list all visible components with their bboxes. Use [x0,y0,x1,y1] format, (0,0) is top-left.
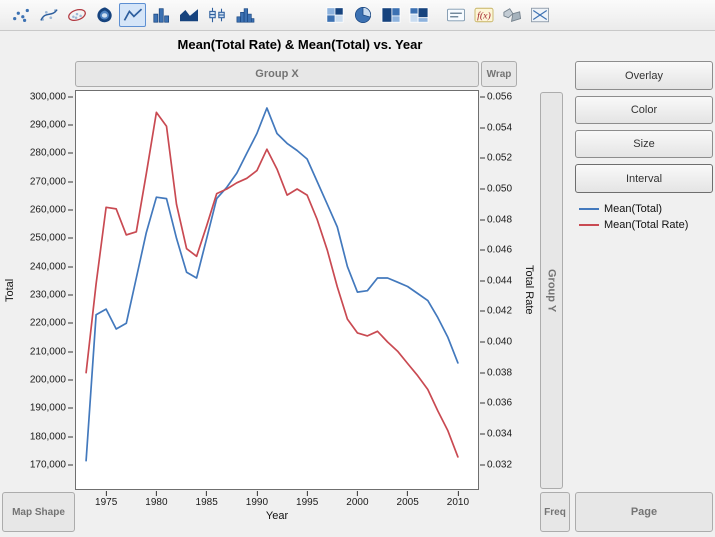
smoother-icon[interactable] [35,3,62,27]
chart-title: Mean(Total Rate) & Mean(Total) vs. Year [40,37,560,52]
overlay-button[interactable]: Overlay [575,61,713,90]
y-axis-right-tick: 0.054 [480,122,512,133]
y-axis-left-tick: 270,000 [30,176,73,187]
drop-zone-group-x-label: Group X [255,68,298,80]
interval-button[interactable]: Interval [575,164,713,193]
heatmap-icon[interactable] [321,3,348,27]
legend-line-swatch [578,204,600,214]
map-shapes-icon[interactable] [498,3,525,27]
legend-line-swatch [578,220,600,230]
y-axis-left-tick: 220,000 [30,318,73,329]
ellipse-icon[interactable] [63,3,90,27]
size-button-label: Size [633,138,654,150]
drop-zone-group-y[interactable]: Group Y [540,92,563,489]
drop-zone-freq[interactable]: Freq [540,492,570,532]
color-button[interactable]: Color [575,96,713,124]
y-axis-right-tick: 0.034 [480,428,512,439]
x-axis-tick: 1980 [145,491,167,508]
y-axis-left-tick: 280,000 [30,148,73,159]
caption-box-icon[interactable] [442,3,469,27]
y-axis-left-tick: 210,000 [30,346,73,357]
drop-zone-wrap-label: Wrap [487,69,512,80]
contour-icon[interactable] [91,3,118,27]
drop-zone-page[interactable]: Page [575,492,713,532]
y-axis-right-tick: 0.042 [480,306,512,317]
y-axis-left-tick: 200,000 [30,374,73,385]
y-axis-left-tick: 250,000 [30,233,73,244]
y-axis-left[interactable]: 300,000 290,000 280,000 270,000 260,000 250,0… [16,90,73,490]
graph-builder-window: f(x) Mean(Total Rate) & Mean(Total) vs. … [0,0,715,537]
x-axis-tick: 1990 [246,491,268,508]
x-axis-tick: 2010 [447,491,469,508]
drop-zone-map-shape-label: Map Shape [12,507,65,518]
y-axis-left-tick: 170,000 [30,459,73,470]
toolbar: f(x) [0,0,715,31]
legend-label: Mean(Total) [604,203,662,215]
drop-zone-freq-label: Freq [544,507,566,518]
y-axis-right-tick: 0.052 [480,153,512,164]
y-axis-right-tick: 0.040 [480,337,512,348]
y-axis-right-tick: 0.044 [480,275,512,286]
drop-zone-map-shape[interactable]: Map Shape [2,492,75,532]
plot-area[interactable] [75,90,479,490]
overlay-button-label: Overlay [625,70,663,82]
bar-icon[interactable] [147,3,174,27]
drop-zone-page-label: Page [631,506,657,518]
histogram-icon[interactable] [231,3,258,27]
y-axis-right-tick: 0.056 [480,92,512,103]
plot-svg [76,91,478,489]
toolbar-icons: f(x) [0,3,554,27]
x-axis[interactable]: 1975 1980 1985 1990 1995 2000 2005 2010 [75,491,479,509]
legend: Mean(Total) Mean(Total Rate) [578,201,688,233]
y-axis-right-tick: 0.036 [480,398,512,409]
drop-zone-group-x[interactable]: Group X [75,61,479,87]
color-button-label: Color [631,104,657,116]
mosaic-icon[interactable] [405,3,432,27]
x-axis-tick: 1995 [296,491,318,508]
legend-label: Mean(Total Rate) [604,219,688,231]
treemap-icon[interactable] [377,3,404,27]
y-axis-right-tick: 0.048 [480,214,512,225]
size-button[interactable]: Size [575,130,713,158]
interval-button-label: Interval [626,173,662,185]
legend-item[interactable]: Mean(Total Rate) [578,217,688,233]
y-axis-left-title: Total [3,90,17,490]
y-axis-left-tick: 300,000 [30,91,73,102]
y-axis-right-tick: 0.050 [480,183,512,194]
pie-icon[interactable] [349,3,376,27]
box-plot-icon[interactable] [203,3,230,27]
drop-zone-wrap[interactable]: Wrap [481,61,517,87]
y-axis-right-title: Total Rate [522,90,536,490]
y-axis-left-tick: 190,000 [30,403,73,414]
x-axis-tick: 2000 [346,491,368,508]
y-axis-right[interactable]: 0.056 0.054 0.052 0.050 0.048 0.046 0.044 0.042… [480,90,520,490]
y-axis-left-tick: 240,000 [30,261,73,272]
points-icon[interactable] [7,3,34,27]
y-axis-left-tick: 180,000 [30,431,73,442]
y-axis-left-tick: 230,000 [30,289,73,300]
formula-icon[interactable]: f(x) [470,3,497,27]
y-axis-left-tick: 260,000 [30,204,73,215]
x-axis-title: Year [75,510,479,522]
x-axis-tick: 1985 [196,491,218,508]
y-axis-right-tick: 0.046 [480,245,512,256]
drop-zone-group-y-label: Group Y [546,269,558,312]
svg-text:f(x): f(x) [477,11,491,22]
y-axis-right-tick: 0.038 [480,367,512,378]
x-axis-tick: 1975 [95,491,117,508]
parallel-icon[interactable] [526,3,553,27]
x-axis-tick: 2005 [397,491,419,508]
y-axis-left-tick: 290,000 [30,119,73,130]
area-icon[interactable] [175,3,202,27]
line-icon[interactable] [119,3,146,27]
y-axis-right-tick: 0.032 [480,459,512,470]
legend-item[interactable]: Mean(Total) [578,201,688,217]
